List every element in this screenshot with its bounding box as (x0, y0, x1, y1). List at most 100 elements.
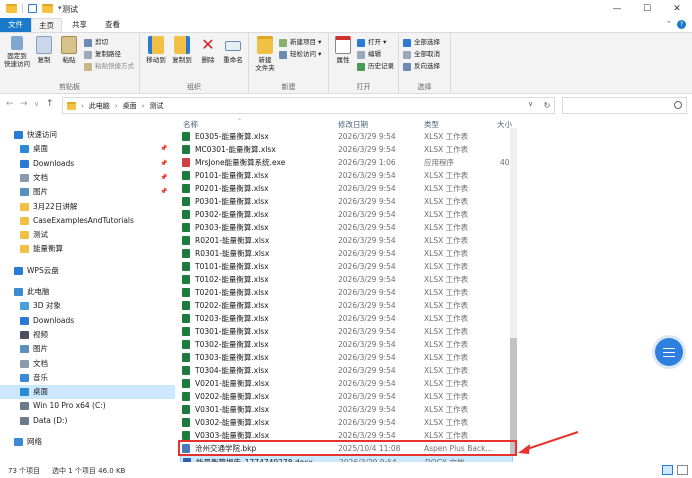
file-row[interactable]: P0303-能量衡算.xlsx 2026/3/29 9:54 XLSX 工作表 (180, 221, 513, 234)
file-row[interactable]: T0304-能量衡算.xlsx 2026/3/29 9:54 XLSX 工作表 (180, 364, 513, 377)
file-row[interactable]: T0203-能量衡算.xlsx 2026/3/29 9:54 XLSX 工作表 (180, 312, 513, 325)
details-view-icon[interactable] (662, 465, 673, 475)
nav-item[interactable]: 能量衡算 (0, 242, 63, 256)
nav-item[interactable]: 视频 (0, 328, 48, 342)
close-button[interactable]: ✕ (662, 0, 692, 18)
desktop-icon (20, 145, 29, 154)
nav-item[interactable]: Data (D:) (0, 414, 67, 428)
rename-button[interactable]: 重命名 (220, 36, 246, 64)
file-row[interactable]: V0301-能量衡算.xlsx 2026/3/29 9:54 XLSX 工作表 (180, 403, 513, 416)
nav-item[interactable]: 图片 📌 (0, 185, 167, 199)
properties-button[interactable]: 属性 (332, 36, 354, 64)
search-input[interactable] (562, 97, 687, 114)
nav-item[interactable]: Downloads 📌 (0, 157, 167, 171)
file-row[interactable]: V0201-能量衡算.xlsx 2026/3/29 9:54 XLSX 工作表 (180, 377, 513, 390)
delete-button[interactable]: ✕ 删除 (198, 36, 218, 65)
select-none-button[interactable]: 全部取消 (403, 49, 440, 60)
tab-view[interactable]: 查看 (97, 18, 128, 32)
xlsx-icon (182, 223, 190, 232)
file-row[interactable]: P0101-能量衡算.xlsx 2026/3/29 9:54 XLSX 工作表 (180, 169, 513, 182)
nav-item[interactable]: 3月22日讲解 (0, 200, 77, 214)
cut-button[interactable]: 剪切 (84, 37, 108, 48)
copy-path-button[interactable]: 复制路径 (84, 49, 121, 60)
up-button[interactable]: ↑ (46, 99, 54, 109)
new-item-button[interactable]: 新建项目 ▾ (279, 37, 321, 48)
minimize-button[interactable]: — (602, 0, 632, 18)
file-name: P0302-能量衡算.xlsx (195, 210, 269, 219)
folder-icon (6, 3, 17, 13)
breadcrumb-test[interactable]: 测试 (149, 101, 163, 111)
nav-item[interactable]: 文档 (0, 357, 48, 371)
move-to-button[interactable]: 移动到 (144, 36, 168, 64)
file-row[interactable]: T0101-能量衡算.xlsx 2026/3/29 9:54 XLSX 工作表 (180, 260, 513, 273)
collapse-ribbon-icon[interactable]: ⌃ (666, 20, 672, 28)
new-folder-icon[interactable] (42, 3, 53, 13)
file-row[interactable]: T0102-能量衡算.xlsx 2026/3/29 9:54 XLSX 工作表 (180, 273, 513, 286)
nav-item-label: Downloads (33, 158, 75, 168)
copy-to-button[interactable]: 复制到 (170, 36, 194, 64)
nav-item[interactable]: 音乐 (0, 371, 48, 385)
select-all-button[interactable]: 全部选择 (403, 37, 440, 48)
nav-item[interactable]: 图片 (0, 342, 48, 356)
open-label: 打开 ▾ (368, 38, 387, 46)
recent-locations-button[interactable]: ∨ (34, 100, 39, 108)
easy-access-button[interactable]: 轻松访问 ▾ (279, 49, 321, 60)
nav-item[interactable]: 3D 对象 (0, 299, 61, 313)
pin-quick-access-button[interactable]: 固定到 快速访问 (3, 36, 31, 68)
edit-button[interactable]: 编辑 (357, 49, 381, 60)
tab-home[interactable]: 主页 (31, 18, 62, 32)
address-dropdown-icon[interactable]: ∨ (528, 100, 533, 108)
file-row[interactable]: P0301-能量衡算.xlsx 2026/3/29 9:54 XLSX 工作表 (180, 195, 513, 208)
file-row[interactable]: P0201-能量衡算.xlsx 2026/3/29 9:54 XLSX 工作表 (180, 182, 513, 195)
file-row[interactable]: E0305-能量衡算.xlsx 2026/3/29 9:54 XLSX 工作表 (180, 130, 513, 143)
file-row[interactable]: P0302-能量衡算.xlsx 2026/3/29 9:54 XLSX 工作表 (180, 208, 513, 221)
paste-button[interactable]: 粘贴 (58, 36, 80, 64)
floating-assistant-button[interactable] (655, 338, 683, 366)
file-row[interactable]: MrsJone能量衡算系统.exe 2026/3/29 1:06 应用程序 40, (180, 156, 513, 169)
nav-item[interactable]: 桌面 📌 (0, 142, 167, 156)
file-row[interactable]: R0201-能量衡算.xlsx 2026/3/29 9:54 XLSX 工作表 (180, 234, 513, 247)
new-folder-button[interactable]: 新建 文件夹 (252, 36, 278, 72)
file-row[interactable]: T0201-能量衡算.xlsx 2026/3/29 9:54 XLSX 工作表 (180, 286, 513, 299)
nav-item[interactable]: 此电脑 (0, 285, 50, 299)
forward-button[interactable]: → (20, 99, 28, 109)
select-none-icon (403, 50, 411, 59)
paste-shortcut-button[interactable]: 粘贴快捷方式 (84, 61, 134, 72)
copy-button[interactable]: 复制 (33, 36, 55, 64)
nav-item[interactable]: WPS云盘 (0, 264, 59, 278)
nav-item[interactable]: Win 10 Pro x64 (C:) (0, 399, 106, 413)
help-icon[interactable]: ? (677, 20, 686, 29)
nav-item[interactable]: Downloads (0, 314, 74, 328)
maximize-button[interactable]: ☐ (632, 0, 662, 18)
vertical-scrollbar[interactable] (510, 128, 517, 456)
file-row[interactable]: R0301-能量衡算.xlsx 2026/3/29 9:54 XLSX 工作表 (180, 247, 513, 260)
nav-item[interactable]: 网络 (0, 435, 42, 449)
large-icons-view-icon[interactable] (677, 465, 688, 475)
nav-item[interactable]: 桌面 (0, 385, 175, 400)
file-row[interactable]: T0302-能量衡算.xlsx 2026/3/29 9:54 XLSX 工作表 (180, 338, 513, 351)
open-button[interactable]: 打开 ▾ (357, 37, 386, 48)
file-row[interactable]: T0303-能量衡算.xlsx 2026/3/29 9:54 XLSX 工作表 (180, 351, 513, 364)
address-bar[interactable]: › 此电脑 › 桌面 › 测试 (62, 97, 555, 114)
properties-icon[interactable] (28, 3, 37, 13)
history-button[interactable]: 历史记录 (357, 61, 394, 72)
nav-item[interactable]: 快速访问 (0, 128, 57, 142)
tab-share[interactable]: 共享 (64, 18, 95, 32)
back-button[interactable]: ← (6, 99, 14, 109)
quick-access-dropdown-icon[interactable]: ▾ (58, 4, 62, 12)
file-row[interactable]: MC0301-能量衡算.xlsx 2026/3/29 9:54 XLSX 工作表 (180, 143, 513, 156)
file-name: P0303-能量衡算.xlsx (195, 223, 269, 232)
file-row[interactable]: V0302-能量衡算.xlsx 2026/3/29 9:54 XLSX 工作表 (180, 416, 513, 429)
breadcrumb-this-pc[interactable]: 此电脑 (89, 101, 110, 111)
file-row[interactable]: V0202-能量衡算.xlsx 2026/3/29 9:54 XLSX 工作表 (180, 390, 513, 403)
file-row[interactable]: T0301-能量衡算.xlsx 2026/3/29 9:54 XLSX 工作表 (180, 325, 513, 338)
refresh-button[interactable]: ↻ (539, 97, 555, 114)
invert-selection-button[interactable]: 反向选择 (403, 61, 440, 72)
file-row[interactable]: T0202-能量衡算.xlsx 2026/3/29 9:54 XLSX 工作表 (180, 299, 513, 312)
nav-item[interactable]: 文档 📌 (0, 171, 167, 185)
nav-item[interactable]: CaseExamplesAndTutorials (0, 214, 134, 228)
nav-item[interactable]: 测试 (0, 228, 48, 242)
tab-file[interactable]: 文件 (0, 18, 31, 32)
breadcrumb-desktop[interactable]: 桌面 (123, 101, 137, 111)
open-group-label: 打开 (356, 83, 371, 91)
